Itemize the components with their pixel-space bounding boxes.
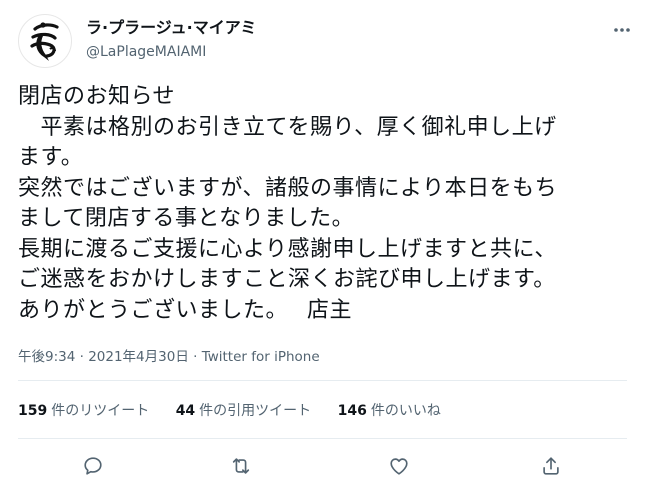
like-icon[interactable] [388,455,410,477]
quote-count-number: 44 [175,403,196,419]
retweet-count-number: 159 [18,403,48,419]
retweet-count-label: 件のリツイート [51,403,150,419]
date-label: 2021年4月30日 [88,349,189,365]
like-count[interactable]: 146 件のいいね [338,400,441,420]
avatar[interactable] [18,14,72,68]
quote-count[interactable]: 44 件の引用ツイート [176,400,311,420]
separator: · [75,349,89,365]
separator: · [188,349,202,365]
tweet-time[interactable]: 午後9:34 · 2021年4月30日 [18,349,189,365]
time-label: 午後9:34 [18,349,76,365]
reply-icon[interactable] [82,455,104,477]
retweet-icon[interactable] [230,455,252,477]
tweet-card: ラ·プラージュ·マイアミ @LaPlageMAIAMI 閉店のお知らせ 平素は格… [0,0,645,487]
tweet-header: ラ·プラージュ·マイアミ @LaPlageMAIAMI [14,12,634,68]
user-handle[interactable]: @LaPlageMAIAMI [86,42,256,62]
retweet-count[interactable]: 159 件のリツイート [18,400,149,420]
divider [18,438,627,439]
author-names: ラ·プラージュ·マイアミ @LaPlageMAIAMI [86,18,256,62]
tweet-meta: 午後9:34 · 2021年4月30日 · Twitter for iPhone [18,345,320,365]
tweet-stats: 159 件のリツイート 44 件の引用ツイート 146 件のいいね [18,400,463,420]
display-name[interactable]: ラ·プラージュ·マイアミ [86,18,256,38]
tweet-text: 閉店のお知らせ 平素は格別のお引き立てを賜り、厚く御礼申し上げ ます。 突然では… [18,84,558,323]
like-count-label: 件のいいね [370,403,441,419]
tweet-source[interactable]: Twitter for iPhone [202,349,320,365]
more-icon[interactable] [610,18,634,42]
like-count-number: 146 [337,403,367,419]
share-icon[interactable] [540,455,562,477]
tweet-actions [0,445,645,485]
quote-count-label: 件の引用ツイート [199,403,312,419]
divider [18,380,627,381]
